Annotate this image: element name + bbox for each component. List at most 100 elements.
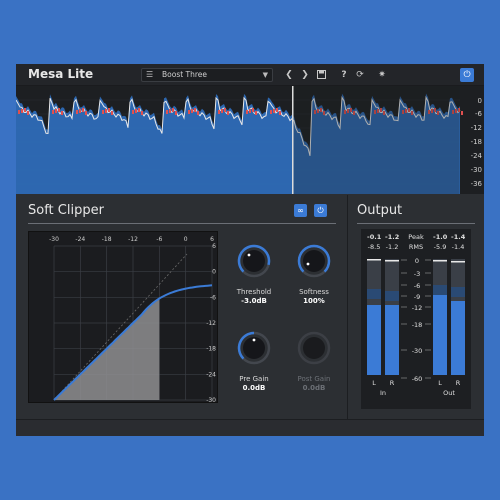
clip-marker	[135, 109, 137, 113]
prev-preset-button[interactable]: ❮	[282, 68, 296, 82]
link-icon: ∞	[297, 206, 304, 215]
clip-marker	[108, 108, 110, 112]
clip-marker	[221, 109, 223, 113]
threshold-knob[interactable]	[237, 244, 271, 278]
softness-value: 100%	[303, 297, 325, 305]
clip-marker	[166, 110, 168, 114]
waveform-display: 0 -6 -12 -18 -24 -30 -36	[16, 86, 484, 194]
clip-marker	[61, 111, 63, 115]
gear-icon: ✷	[378, 70, 386, 80]
soft-clipper-power-button[interactable]: ⏻	[314, 204, 327, 217]
meter-scale: -9	[413, 293, 421, 301]
clip-marker	[82, 108, 84, 112]
clip-marker	[255, 111, 257, 115]
in-l-meter	[367, 305, 381, 375]
status-bar	[16, 419, 484, 436]
clip-marker	[55, 109, 57, 113]
softness-knob[interactable]	[297, 244, 331, 278]
soft-clipper-panel: Soft Clipper ∞ ⏻ -30 -24 -18 -12 -6 0 6 6 0 -6 -1…	[16, 195, 348, 419]
list-icon: ☰	[146, 70, 154, 79]
scale-label: -6	[475, 110, 482, 118]
scale-label: -36	[470, 180, 482, 188]
meter-scale: -12	[411, 304, 423, 312]
next-preset-button[interactable]: ❯	[298, 68, 312, 82]
out-r-meter	[451, 301, 465, 375]
scale-label: -30	[470, 166, 482, 174]
transfer-curve-graph[interactable]: -30 -24 -18 -12 -6 0 6 6 0 -6 -12 -18 -24 -30	[28, 231, 218, 404]
plugin-window: Mesa Lite ☰ Boost Three ▼ ❮ ❯ ? ⟳ ✷ ⏻ 0 …	[16, 64, 484, 436]
save-button[interactable]	[314, 68, 328, 82]
meter-scale: -60	[411, 375, 423, 383]
preset-dropdown[interactable]: ☰ Boost Three ▼	[141, 68, 273, 82]
x-tick-label: -6	[156, 236, 162, 243]
clip-marker	[252, 108, 254, 112]
save-icon	[316, 70, 326, 79]
out-r-channel: R	[455, 379, 461, 387]
pre-gain-knob[interactable]	[237, 331, 271, 365]
clip-marker	[172, 108, 174, 112]
clip-marker	[224, 108, 226, 112]
clip-marker	[227, 111, 229, 115]
clip-marker	[191, 109, 193, 113]
meter-scale: -30	[411, 347, 423, 355]
in-r-meter	[385, 305, 399, 375]
post-gain-knob[interactable]	[297, 331, 331, 365]
x-tick-label: 0	[184, 236, 188, 243]
help-icon: ?	[341, 70, 347, 80]
clip-marker	[273, 109, 275, 113]
pre-gain-label: Pre Gain 0.0dB	[224, 375, 284, 393]
clip-marker	[76, 110, 78, 114]
threshold-value: -3.0dB	[241, 297, 267, 305]
meter-scale: -3	[413, 270, 421, 278]
out-label: Out	[443, 389, 455, 397]
y-tick-label: -18	[206, 346, 216, 353]
y-tick-label: 0	[212, 269, 216, 276]
clip-marker	[194, 108, 196, 112]
clip-marker	[138, 108, 140, 112]
clip-marker	[276, 108, 278, 112]
out-l-meter	[433, 295, 447, 375]
clip-marker	[102, 110, 104, 114]
out-l-channel: L	[438, 379, 442, 387]
clip-marker	[79, 109, 81, 113]
scale-label: -12	[470, 124, 482, 132]
y-tick-label: -24	[206, 371, 216, 378]
link-button[interactable]: ∞	[294, 204, 307, 217]
refresh-icon: ⟳	[356, 70, 364, 80]
clip-marker	[246, 110, 248, 114]
clip-marker	[461, 111, 463, 115]
clip-marker	[249, 109, 251, 113]
pre-gain-value: 0.0dB	[242, 384, 266, 392]
preset-name: Boost Three	[162, 70, 208, 79]
clip-marker	[132, 110, 134, 114]
level-meters: -0.1 -1.2 -8.5 -1.2 Peak RMS -1.0 -1.4 -…	[361, 229, 471, 409]
clip-marker	[21, 109, 23, 113]
chevron-down-icon: ▼	[262, 71, 268, 79]
reset-button[interactable]: ⟳	[353, 68, 367, 82]
clip-marker	[197, 111, 199, 115]
meter-scale: 0	[414, 257, 420, 265]
settings-button[interactable]: ✷	[375, 68, 389, 82]
clip-marker	[105, 109, 107, 113]
clip-marker	[58, 108, 60, 112]
chevron-right-icon: ❯	[301, 70, 309, 80]
clip-marker	[175, 111, 177, 115]
transfer-curve-svg: -30 -24 -18 -12 -6 0 6 6 0 -6 -12 -18 -24 -30	[49, 236, 216, 404]
scale-label: -18	[470, 138, 482, 146]
power-icon: ⏻	[463, 70, 471, 80]
y-tick-label: -6	[210, 294, 216, 301]
waveform-graph	[16, 86, 463, 194]
y-tick-label: -30	[206, 397, 216, 404]
in-label: In	[379, 389, 387, 397]
y-tick-label: 6	[212, 243, 216, 250]
global-power-button[interactable]: ⏻	[460, 68, 474, 82]
meter-scale: -18	[411, 321, 423, 329]
x-tick-label: -24	[75, 236, 85, 243]
clip-marker	[279, 111, 281, 115]
clip-marker	[27, 111, 29, 115]
playhead	[292, 86, 294, 194]
help-button[interactable]: ?	[337, 68, 351, 82]
y-tick-label: -12	[206, 320, 216, 327]
clip-marker	[85, 111, 87, 115]
softness-label: Softness 100%	[284, 288, 344, 306]
